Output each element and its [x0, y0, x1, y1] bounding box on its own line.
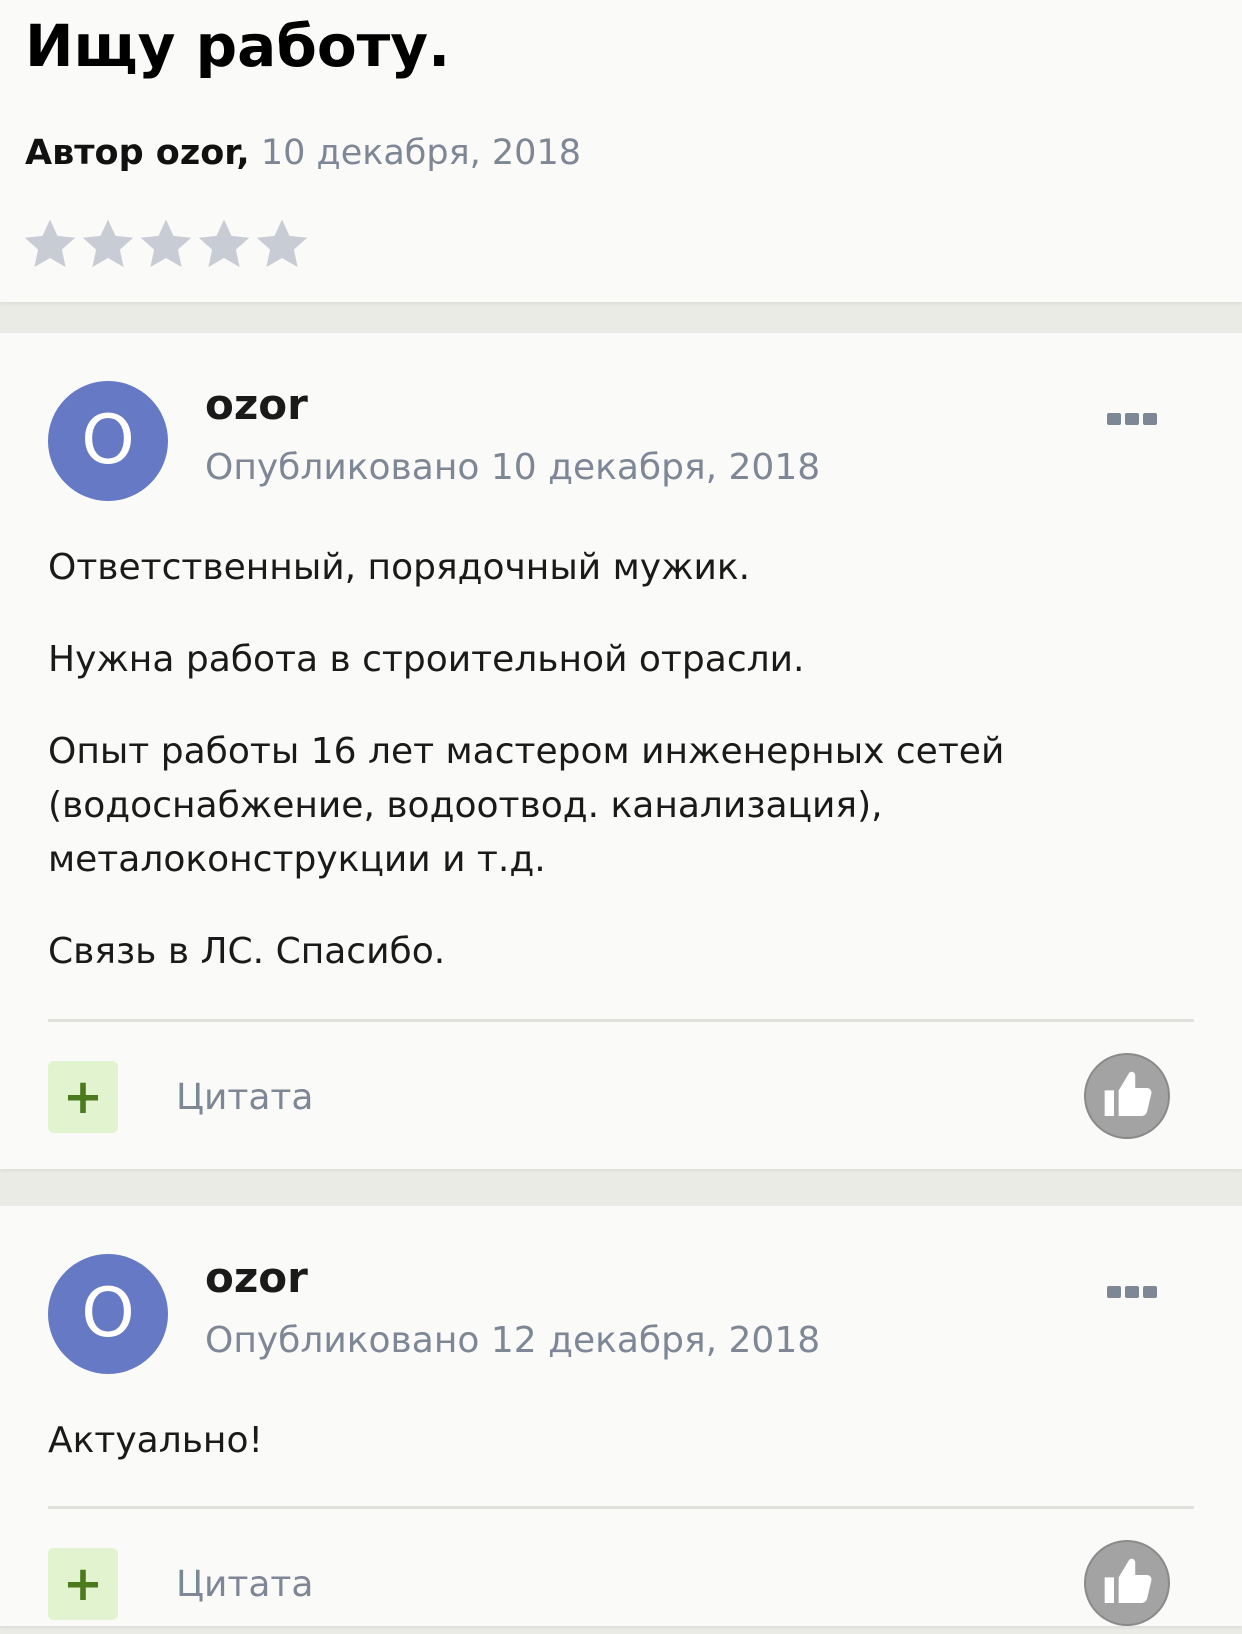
post: O ozor Опубликовано 10 декабря, 2018 Отв…	[0, 333, 1242, 1169]
post-author[interactable]: ozor	[205, 1250, 308, 1306]
more-dot	[1125, 1286, 1139, 1298]
more-options-icon[interactable]	[1107, 1286, 1157, 1298]
post-date: Опубликовано 10 декабря, 2018	[205, 447, 821, 488]
post-author[interactable]: ozor	[205, 377, 308, 433]
more-dot	[1125, 413, 1139, 425]
post-body: Ответственный, порядочный мужик. Нужна р…	[48, 541, 1198, 1017]
like-button[interactable]	[1084, 1053, 1170, 1139]
post-paragraph: Нужна работа в строительной отрасли.	[48, 639, 805, 680]
post: O ozor Опубликовано 12 декабря, 2018 Акт…	[0, 1206, 1242, 1626]
multiquote-plus-button[interactable]: +	[48, 1548, 118, 1620]
quote-button[interactable]: Цитата	[176, 1073, 313, 1123]
post-paragraph: Актуально!	[48, 1420, 263, 1461]
more-dot	[1143, 413, 1157, 425]
star-icon[interactable]	[80, 216, 136, 272]
post-paragraph: Связь в ЛС. Спасибо.	[48, 931, 446, 972]
topic-author[interactable]: Автор ozor,	[25, 133, 250, 173]
post-body: Актуально!	[48, 1414, 1198, 1506]
thumbs-up-icon	[1104, 1071, 1152, 1116]
divider	[48, 1019, 1194, 1022]
avatar[interactable]: O	[48, 381, 168, 501]
thumbs-up-icon	[1104, 1558, 1152, 1603]
post-actions: + Цитата	[48, 1540, 1170, 1634]
star-icon[interactable]	[254, 216, 310, 272]
more-options-icon[interactable]	[1107, 413, 1157, 425]
topic-header: Ищу работу. Автор ozor, 10 декабря, 2018	[0, 0, 1242, 302]
more-dot	[1143, 1286, 1157, 1298]
post-paragraph: Ответственный, порядочный мужик.	[48, 547, 751, 588]
more-dot	[1107, 1286, 1121, 1298]
avatar[interactable]: O	[48, 1254, 168, 1374]
topic-date: 10 декабря, 2018	[260, 133, 581, 173]
star-icon[interactable]	[196, 216, 252, 272]
more-dot	[1107, 413, 1121, 425]
divider	[48, 1506, 1194, 1509]
post-date: Опубликовано 12 декабря, 2018	[205, 1320, 821, 1361]
post-paragraph: Опыт работы 16 лет мастером инженерных с…	[48, 731, 1005, 880]
rating-stars[interactable]	[22, 216, 310, 272]
quote-button[interactable]: Цитата	[176, 1560, 313, 1610]
star-icon[interactable]	[22, 216, 78, 272]
multiquote-plus-button[interactable]: +	[48, 1061, 118, 1133]
like-button[interactable]	[1084, 1540, 1170, 1626]
star-icon[interactable]	[138, 216, 194, 272]
topic-meta: Автор ozor, 10 декабря, 2018	[25, 130, 581, 176]
page-title: Ищу работу.	[25, 12, 451, 80]
post-actions: + Цитата	[48, 1053, 1170, 1147]
